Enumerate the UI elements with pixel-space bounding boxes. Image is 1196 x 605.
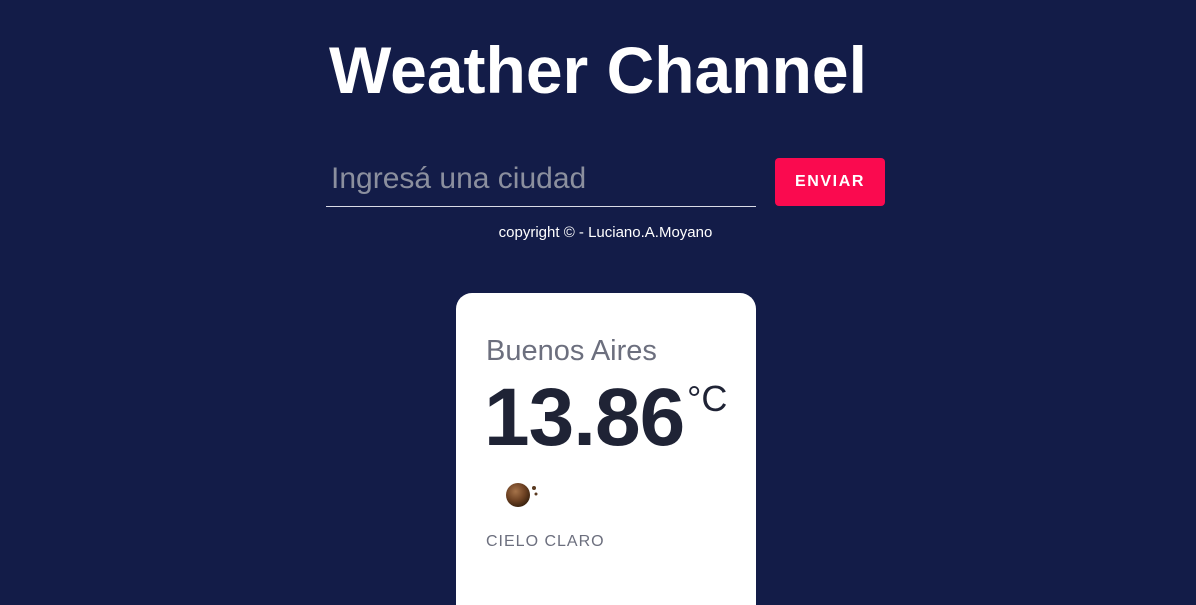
weather-card: Buenos Aires 13.86 °C CIELO CLARO — [456, 293, 756, 605]
clear-sky-icon — [502, 479, 542, 509]
city-name: Buenos Aires — [486, 335, 657, 367]
search-form: ENVIAR — [326, 152, 886, 208]
temperature-display: 13.86 °C — [484, 372, 727, 463]
page: Weather Channel ENVIAR copyright © - Luc… — [0, 0, 1196, 605]
copyright-text: copyright © - Luciano.A.Moyano — [498, 224, 713, 241]
weather-description: CIELO CLARO — [486, 533, 605, 550]
page-title: Weather Channel — [329, 33, 867, 107]
send-button[interactable]: ENVIAR — [775, 158, 885, 206]
temperature-unit: °C — [687, 378, 728, 419]
temperature-value: 13.86 — [484, 372, 685, 463]
city-search-input[interactable] — [326, 152, 756, 207]
